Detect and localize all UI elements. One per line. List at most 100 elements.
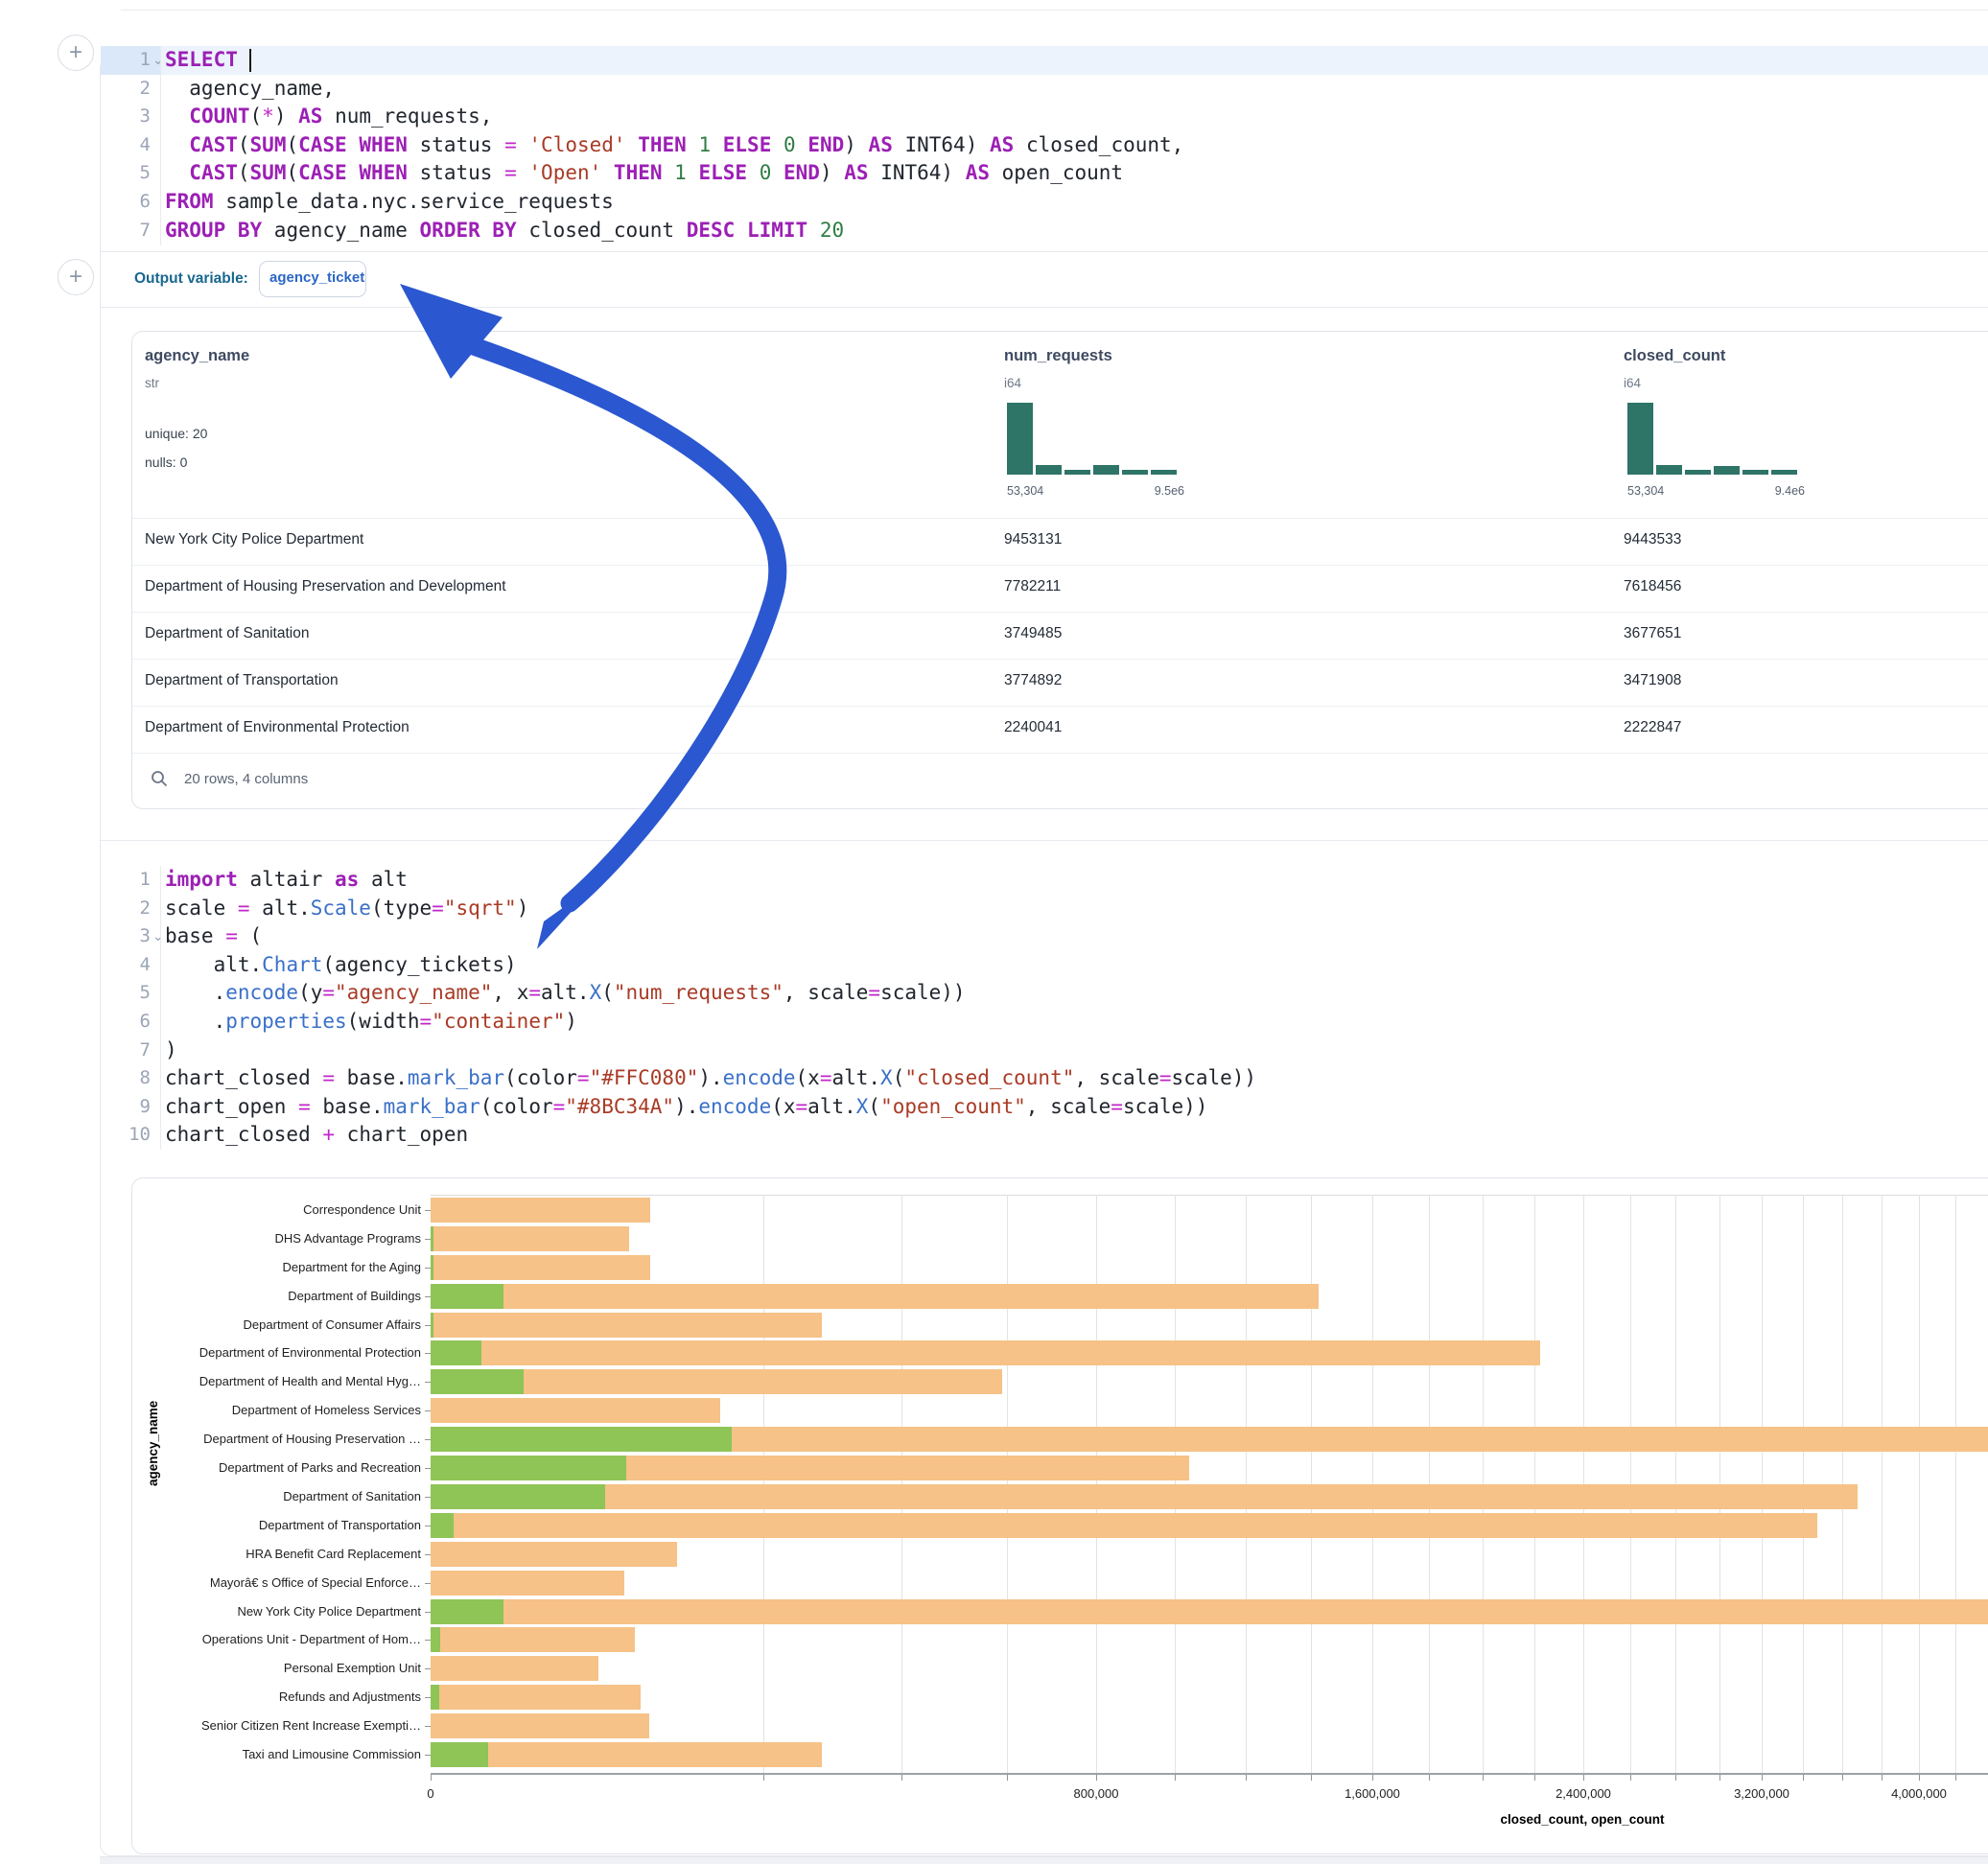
y-axis-tick — [425, 1640, 431, 1641]
code-token-plain: (x — [771, 1095, 795, 1118]
histogram-bar — [1151, 470, 1177, 475]
code-token-plain: scale)) — [880, 981, 966, 1004]
code-token-plain: (width — [347, 1010, 420, 1033]
code-token-fn: mark_bar — [384, 1095, 480, 1118]
y-axis-label: Correspondence Unit — [136, 1202, 421, 1217]
y-axis-tick — [425, 1410, 431, 1411]
code-token-op: = — [504, 133, 517, 156]
code-token-plain: alt. — [807, 1095, 856, 1118]
sql-code-cell[interactable]: 1⌄SELECT 2 agency_name,3 COUNT(*) AS num… — [0, 0, 1988, 251]
code-line: chart_open = base.mark_bar(color="#8BC34… — [165, 1093, 1207, 1122]
x-axis-minor-tick — [1919, 1775, 1920, 1781]
code-token-plain: base. — [335, 1066, 408, 1089]
y-axis-label: Department of Health and Mental Hyg… — [136, 1374, 421, 1388]
table-cell: Department of Transportation — [145, 672, 339, 689]
code-line: COUNT(*) AS num_requests, — [165, 103, 492, 131]
code-token-plain — [347, 161, 360, 184]
output-variable-input[interactable]: agency_tickets — [259, 261, 366, 297]
x-axis-minor-tick — [901, 1775, 902, 1781]
code-token-op: = — [432, 897, 444, 920]
code-token-str: 'Open' — [528, 161, 601, 184]
table-cell: 3774892 — [1004, 672, 1062, 689]
y-axis-label: Department of Sanitation — [136, 1489, 421, 1503]
code-token-plain: open_count — [990, 161, 1123, 184]
y-axis-tick — [425, 1468, 431, 1469]
code-token-plain: ( — [250, 105, 263, 128]
code-token-plain: closed_count, — [1014, 133, 1183, 156]
code-token-kw: import — [165, 868, 238, 891]
bar-closed — [431, 1255, 650, 1280]
code-token-plain: , scale — [784, 981, 869, 1004]
code-token-fn: mark_bar — [408, 1066, 504, 1089]
code-token-str: "agency_name" — [335, 981, 492, 1004]
code-token-plain — [796, 133, 808, 156]
bar-open — [431, 1284, 503, 1309]
histogram-max-label: 9.5e6 — [1127, 484, 1184, 498]
column-header[interactable]: agency_name — [145, 347, 249, 365]
table-cell: 3749485 — [1004, 625, 1062, 642]
code-token-plain: agency_name, — [165, 77, 335, 100]
bar-closed — [431, 1284, 1319, 1309]
code-token-plain: num_requests, — [322, 105, 492, 128]
code-token-plain — [663, 161, 675, 184]
code-token-num: 0 — [760, 161, 772, 184]
code-token-plain: , scale — [1074, 1066, 1159, 1089]
x-axis-label: 1,600,000 — [1320, 1786, 1425, 1801]
code-token-kw: SUM — [250, 161, 287, 184]
table-row[interactable]: Department of Housing Preservation and D… — [132, 565, 1988, 612]
y-axis-tick — [425, 1612, 431, 1613]
column-dtype: str — [145, 376, 159, 390]
add-cell-button-middle[interactable]: + — [58, 259, 94, 295]
table-row[interactable]: New York City Police Department945313194… — [132, 518, 1988, 565]
y-axis-tick — [425, 1353, 431, 1354]
code-token-plain: base — [165, 924, 225, 947]
line-number: 6 — [93, 188, 151, 217]
bar-closed — [431, 1685, 641, 1710]
code-line: chart_closed + chart_open — [165, 1121, 468, 1150]
code-token-kw: ELSE — [723, 133, 772, 156]
x-axis-label: 2,400,000 — [1531, 1786, 1636, 1801]
column-header[interactable]: num_requests — [1004, 347, 1112, 365]
fold-chevron-icon[interactable]: ⌄ — [152, 922, 164, 951]
code-line: agency_name, — [165, 75, 335, 104]
row-divider — [132, 753, 1988, 754]
code-token-op: * — [262, 105, 274, 128]
column-header[interactable]: closed_count — [1624, 347, 1725, 365]
y-axis-tick — [425, 1439, 431, 1440]
code-token-num: 20 — [820, 219, 844, 242]
code-line: GROUP BY agency_name ORDER BY closed_cou… — [165, 217, 844, 245]
code-token-plain: , scale — [1026, 1095, 1111, 1118]
table-cell: 2222847 — [1624, 719, 1681, 736]
code-token-plain: ( — [893, 1066, 905, 1089]
table-cell: 3677651 — [1624, 625, 1681, 642]
y-axis-tick — [425, 1382, 431, 1383]
line-number: 1 — [93, 46, 151, 75]
histogram-bar — [1007, 403, 1033, 475]
fold-chevron-icon[interactable]: ⌄ — [152, 46, 164, 75]
column-stat: nulls: 0 — [145, 454, 187, 470]
code-token-kw: AS — [990, 133, 1014, 156]
code-token-plain: (agency_tickets) — [322, 953, 516, 976]
line-number: 5 — [93, 159, 151, 188]
code-token-fn: encode — [723, 1066, 796, 1089]
bar-open — [431, 1226, 433, 1251]
line-number: 4 — [93, 951, 151, 980]
line-number: 2 — [93, 75, 151, 104]
code-token-plain: chart_closed — [165, 1123, 322, 1146]
table-row[interactable]: Department of Transportation377489234719… — [132, 659, 1988, 706]
search-icon[interactable] — [150, 769, 169, 788]
sql-output-divider — [101, 251, 1988, 252]
table-row[interactable]: Department of Environmental Protection22… — [132, 706, 1988, 753]
table-row[interactable]: Department of Sanitation37494853677651 — [132, 612, 1988, 659]
table-footer: 20 rows, 4 columns — [150, 769, 629, 792]
code-token-kw: END — [784, 161, 820, 184]
x-axis-minor-tick — [1372, 1775, 1373, 1781]
code-token-kw: as — [335, 868, 359, 891]
y-axis-label: Senior Citizen Rent Increase Exempti… — [136, 1718, 421, 1733]
bar-open — [431, 1340, 481, 1365]
code-token-op: = — [225, 924, 238, 947]
code-token-plain: ) — [165, 1038, 177, 1061]
histogram-bar — [1064, 470, 1090, 475]
y-axis-label: Department of Consumer Affairs — [136, 1317, 421, 1332]
histogram-max-label: 9.4e6 — [1747, 484, 1805, 498]
